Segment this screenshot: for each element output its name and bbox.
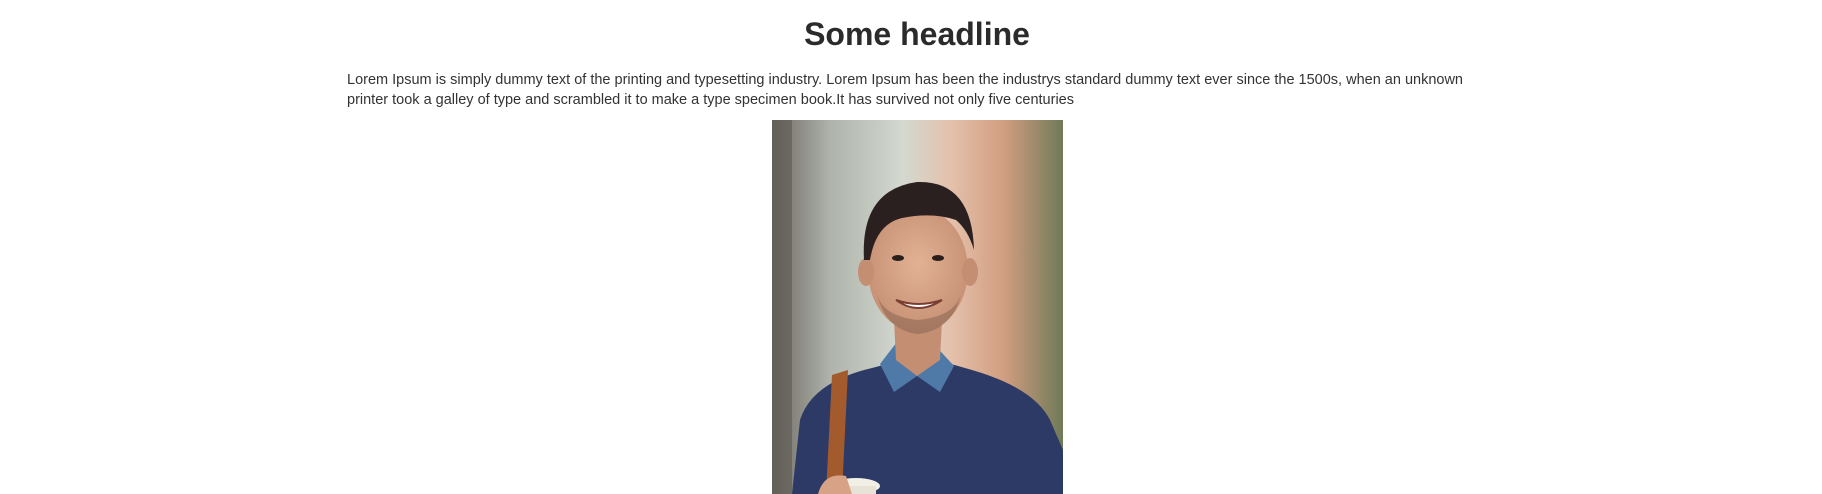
article: Some headline Lorem Ipsum is simply dumm…: [347, 0, 1487, 108]
portrait-illustration: [772, 120, 1063, 494]
page-title: Some headline: [804, 16, 1030, 52]
portrait-image: [772, 120, 1063, 494]
article-paragraph: Lorem Ipsum is simply dummy text of the …: [347, 72, 1463, 108]
